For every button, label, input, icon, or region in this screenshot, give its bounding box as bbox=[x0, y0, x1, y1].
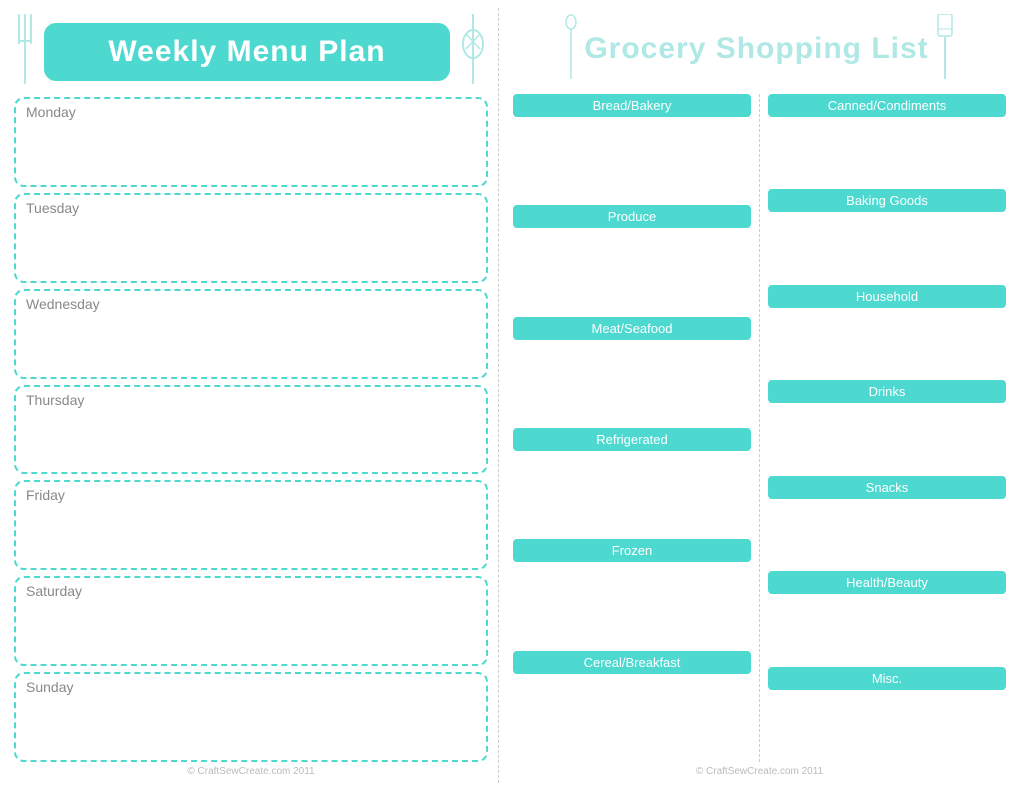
grocery-lines bbox=[768, 216, 1006, 284]
grocery-section: Canned/Condiments bbox=[768, 94, 1006, 189]
grocery-divider bbox=[759, 94, 760, 762]
grocery-section-label: Frozen bbox=[513, 539, 751, 562]
day-label: Saturday bbox=[26, 583, 476, 599]
grocery-section-label: Baking Goods bbox=[768, 189, 1006, 212]
day-box: Wednesday bbox=[14, 289, 488, 379]
copyright-left: © CraftSewCreate.com 2011 bbox=[14, 762, 488, 777]
day-label: Thursday bbox=[26, 392, 476, 408]
grocery-section-label: Health/Beauty bbox=[768, 571, 1006, 594]
grocery-section: Snacks bbox=[768, 476, 1006, 571]
grocery-col-2: Canned/Condiments Baking Goods Household Dr… bbox=[764, 94, 1010, 762]
grocery-section-label: Meat/Seafood bbox=[513, 317, 751, 340]
grocery-section: Bread/Bakery bbox=[513, 94, 751, 205]
grocery-lines bbox=[513, 566, 751, 650]
grocery-section-label: Snacks bbox=[768, 476, 1006, 499]
grocery-lines bbox=[513, 121, 751, 205]
page: Weekly Menu Plan Monday Tuesday Wednesday T… bbox=[0, 0, 1024, 791]
day-box: Tuesday bbox=[14, 193, 488, 283]
grocery-section-label: Drinks bbox=[768, 380, 1006, 403]
grocery-section: Misc. bbox=[768, 667, 1006, 762]
day-label: Wednesday bbox=[26, 296, 476, 312]
weekly-menu-title: Weekly Menu Plan bbox=[108, 35, 385, 68]
day-box: Sunday bbox=[14, 672, 488, 762]
grocery-section-label: Bread/Bakery bbox=[513, 94, 751, 117]
grocery-section: Baking Goods bbox=[768, 189, 1006, 284]
grocery-lines bbox=[513, 455, 751, 539]
day-box: Friday bbox=[14, 480, 488, 570]
weekly-menu-title-box: Weekly Menu Plan bbox=[44, 23, 450, 81]
grocery-section-label: Produce bbox=[513, 205, 751, 228]
day-label: Tuesday bbox=[26, 200, 476, 216]
grocery-content: Bread/Bakery Produce Meat/Seafood Refrigera… bbox=[509, 94, 1010, 762]
grocery-lines bbox=[768, 503, 1006, 571]
grocery-lines bbox=[768, 598, 1006, 666]
copyright-right: © CraftSewCreate.com 2011 bbox=[509, 762, 1010, 777]
grocery-lines bbox=[768, 694, 1006, 762]
grocery-lines bbox=[513, 678, 751, 762]
day-box: Thursday bbox=[14, 385, 488, 475]
grocery-section: Drinks bbox=[768, 380, 1006, 475]
grocery-section: Health/Beauty bbox=[768, 571, 1006, 666]
grocery-section-label: Refrigerated bbox=[513, 428, 751, 451]
grocery-section-label: Household bbox=[768, 285, 1006, 308]
day-boxes: Monday Tuesday Wednesday Thursday Friday Satu… bbox=[14, 97, 488, 762]
day-label: Friday bbox=[26, 487, 476, 503]
day-box: Monday bbox=[14, 97, 488, 187]
grocery-lines bbox=[513, 344, 751, 428]
grocery-section-label: Misc. bbox=[768, 667, 1006, 690]
grocery-section: Household bbox=[768, 285, 1006, 380]
grocery-section: Cereal/Breakfast bbox=[513, 651, 751, 762]
grocery-section-label: Cereal/Breakfast bbox=[513, 651, 751, 674]
grocery-col-1: Bread/Bakery Produce Meat/Seafood Refrigera… bbox=[509, 94, 755, 762]
grocery-section-label: Canned/Condiments bbox=[768, 94, 1006, 117]
day-label: Sunday bbox=[26, 679, 476, 695]
spoon-icon bbox=[564, 14, 578, 84]
right-panel: Grocery Shopping List Bread/Bakery Produc… bbox=[498, 8, 1016, 783]
left-header: Weekly Menu Plan bbox=[14, 14, 488, 89]
fork-icon bbox=[14, 14, 36, 89]
grocery-lines bbox=[513, 232, 751, 316]
grocery-section: Frozen bbox=[513, 539, 751, 650]
right-header: Grocery Shopping List bbox=[509, 14, 1010, 84]
spatula-icon bbox=[935, 14, 955, 84]
grocery-section: Meat/Seafood bbox=[513, 317, 751, 428]
grocery-section: Produce bbox=[513, 205, 751, 316]
grocery-section: Refrigerated bbox=[513, 428, 751, 539]
grocery-lines bbox=[768, 407, 1006, 475]
day-label: Monday bbox=[26, 104, 476, 120]
whisk-icon bbox=[458, 14, 488, 89]
grocery-lines bbox=[768, 121, 1006, 189]
day-box: Saturday bbox=[14, 576, 488, 666]
grocery-lines bbox=[768, 312, 1006, 380]
left-panel: Weekly Menu Plan Monday Tuesday Wednesday T… bbox=[8, 8, 498, 783]
grocery-title: Grocery Shopping List bbox=[584, 32, 928, 66]
